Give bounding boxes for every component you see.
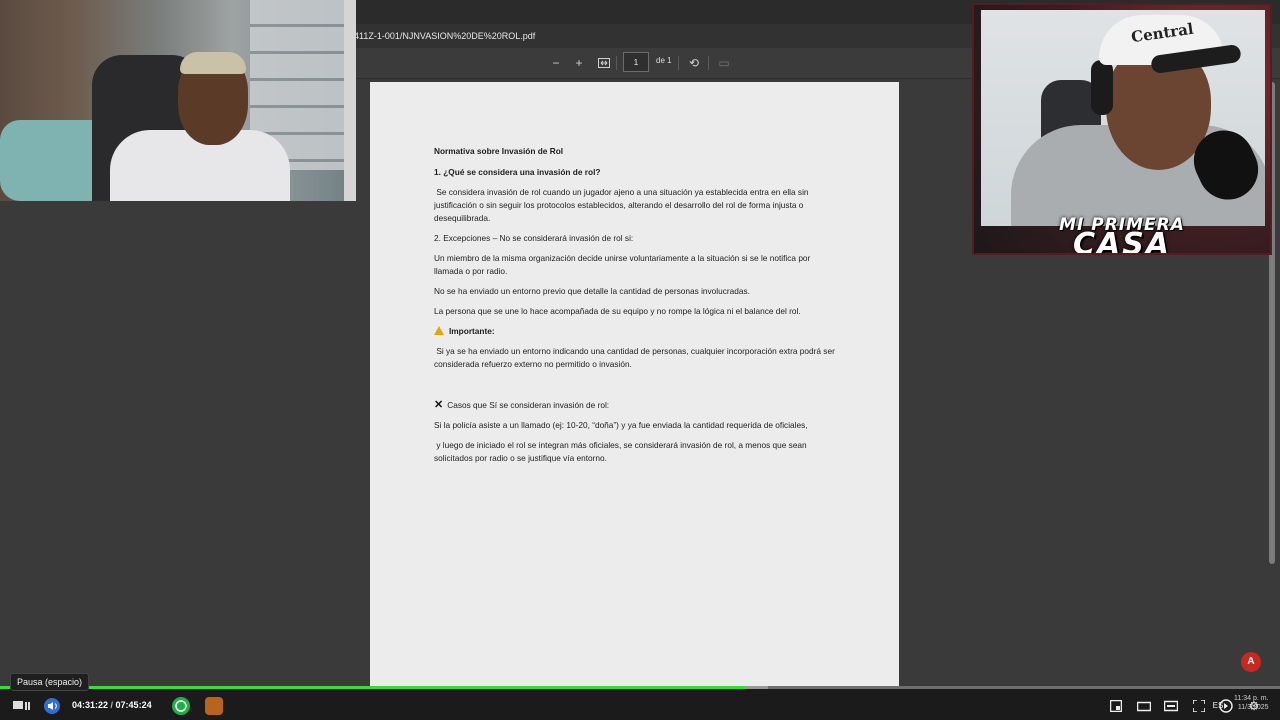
webcam-right: Central MI PRIMERA CASA [972,3,1272,255]
page-total-label: de 1 [656,56,672,65]
cases-heading: ✕ Casos que Sí se consideran invasión de … [434,399,610,411]
person-hair [180,52,246,74]
time-total: 07:45:24 [115,700,152,710]
pdf-filename: 411Z-1-001/NJNVASION%20DE%20ROL.pdf [354,31,536,41]
document-content: Normativa sobre Invasión de Rol 1. ¿Qué … [434,145,839,472]
toolbar-divider [708,56,709,70]
subtitles-icon[interactable] [1162,697,1180,715]
pdf-page: Normativa sobre Invasión de Rol 1. ¿Qué … [370,82,899,690]
webcam-left [0,0,356,201]
logo-line2: CASA [1072,227,1172,255]
headphone [1091,60,1113,115]
exception-item: Un miembro de la misma organización deci… [434,253,811,276]
exception-item: No se ha enviado un entorno previo que d… [434,286,750,296]
page-number-input[interactable]: 1 [623,52,649,72]
player-controls [0,689,1280,720]
minus-icon[interactable]: − [548,55,564,71]
next-icon[interactable] [1218,697,1234,715]
cross-icon: ✕ [434,399,444,411]
time-current: 04:31:22 [72,700,109,710]
document-title: Normativa sobre Invasión de Rol [434,146,564,156]
plus-icon[interactable]: + [571,55,587,71]
present-icon[interactable]: ▭ [716,55,732,71]
theater-mode-icon[interactable] [1135,697,1153,715]
toolbar-divider [616,56,617,70]
fullscreen-icon[interactable] [1190,697,1208,715]
section2-heading: 2. Excepciones – No se considerará invas… [434,233,634,243]
important-heading: Importante: [434,325,839,338]
tooltip: Pausa (espacio) [10,673,90,691]
time-separator: / [108,700,116,710]
important-body: Si ya se ha enviado un entorno indicando… [434,346,835,369]
app-icon[interactable] [205,697,223,715]
warning-icon [434,326,444,335]
toolbar-divider [678,56,679,70]
exception-item: La persona que se une lo hace acompañada… [434,306,801,316]
case-item: y luego de iniciado el rol se integran m… [434,440,807,463]
clock-time: 11:34 p. m. [1234,695,1269,702]
acrobat-icon[interactable]: A [1241,652,1261,672]
play-pause-icon[interactable] [12,697,32,715]
volume-icon[interactable] [42,697,62,715]
rotate-icon[interactable]: ⟲ [686,55,702,71]
whatsapp-icon[interactable] [172,697,190,715]
section1-body: Se considera invasión de rol cuando un j… [434,187,809,223]
wall-pillar [344,0,356,201]
system-clock: 11:34 p. m. 11/3/2025 [1234,694,1269,712]
section1-heading: 1. ¿Qué se considera una invasión de rol… [434,167,601,177]
time-display: 04:31:22 / 07:45:24 [72,700,152,710]
case-item: Si la policía asiste a un llamado (ej: 1… [434,420,808,430]
cam-video: Central [981,10,1265,226]
clock-date: 11/3/2025 [1237,704,1269,711]
fit-page-icon[interactable] [596,55,612,71]
miniplayer-icon[interactable] [1108,697,1124,715]
